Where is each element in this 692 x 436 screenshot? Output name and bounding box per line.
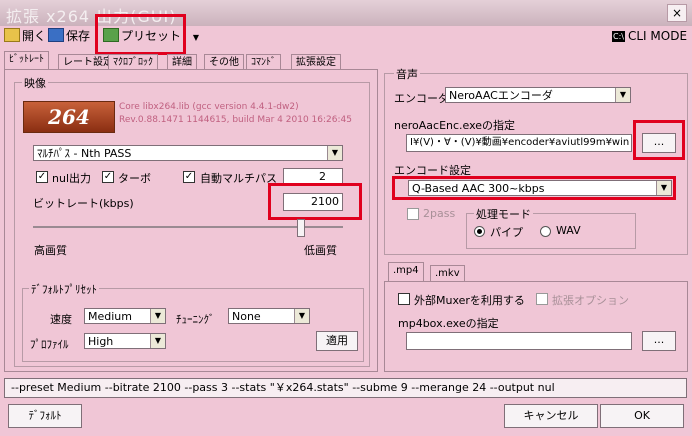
chevron-down-icon: ▼	[150, 309, 165, 323]
tab-mp4[interactable]: .mp4	[388, 262, 424, 281]
encode-mode-select[interactable]: ﾏﾙﾁﾊﾟｽ - Nth PASS ▼	[33, 145, 343, 161]
speed-label: 速度	[50, 313, 72, 326]
cli-mode-button[interactable]: C:\ CLI MODE	[612, 28, 687, 44]
apply-button[interactable]: 適用	[316, 331, 358, 351]
exe-path-input[interactable]: I¥(V)・∀・(V)¥動画¥encoder¥aviutl99m¥win	[406, 134, 632, 152]
chevron-down-icon: ▼	[615, 88, 630, 102]
wav-radio[interactable]	[540, 226, 551, 237]
close-button[interactable]: ×	[667, 4, 687, 22]
cli-icon: C:\	[612, 31, 625, 42]
core-info-line1: Core libx264.lib (gcc version 4.4.1-dw2)	[119, 102, 299, 112]
open-label: 開く	[22, 29, 47, 43]
tab-bitrate[interactable]: ﾋﾞｯﾄﾚｰﾄ	[4, 51, 49, 71]
highlight-browse	[633, 120, 685, 160]
process-mode-label: 処理モード	[474, 206, 533, 222]
ok-button[interactable]: OK	[600, 404, 684, 428]
cli-mode-label: CLI MODE	[627, 29, 688, 43]
highlight-preset	[95, 14, 186, 55]
folder-icon	[4, 28, 20, 42]
quality-low-label: 低画質	[304, 244, 337, 257]
auto-multipass-checkbox[interactable]: ✓	[183, 171, 195, 183]
video-group-label: 映像	[22, 75, 48, 91]
turbo-checkbox[interactable]: ✓	[102, 171, 114, 183]
mp4box-browse-button[interactable]: ...	[642, 331, 676, 351]
chevron-down-icon: ▼	[294, 309, 309, 323]
tab-details[interactable]: 詳細	[167, 54, 197, 70]
quality-slider-thumb[interactable]	[296, 219, 305, 237]
turbo-label: ターボ	[118, 172, 151, 185]
tab-macroblock[interactable]: ﾏｸﾛﾌﾞﾛｯｸ	[108, 54, 158, 70]
default-preset-label: ﾃﾞﾌｫﾙﾄﾌﾟﾘｾｯﾄ	[29, 281, 99, 297]
extended-option-checkbox[interactable]	[536, 293, 548, 305]
save-button[interactable]: 保存	[48, 28, 90, 44]
cancel-button[interactable]: キャンセル	[504, 404, 598, 428]
tab-mkv[interactable]: .mkv	[430, 265, 465, 281]
floppy-icon	[48, 28, 64, 42]
external-muxer-checkbox[interactable]	[398, 293, 410, 305]
external-muxer-label: 外部Muxerを利用する	[414, 294, 525, 307]
profile-label: ﾌﾟﾛﾌｧｲﾙ	[30, 338, 69, 351]
bitrate-label: ビットレート(kbps)	[33, 197, 134, 210]
main-window: 拡張 x264 出力(GUI) × 開く 保存 プリセット ▼ C:\ CLI M…	[0, 0, 692, 436]
tuning-select[interactable]: None ▼	[228, 308, 310, 324]
open-button[interactable]: 開く	[4, 28, 46, 44]
twopass-checkbox[interactable]	[407, 208, 419, 220]
profile-value: High	[88, 335, 114, 348]
audio-group-label: 音声	[394, 66, 420, 82]
tab-extended[interactable]: 拡張設定	[291, 54, 341, 70]
nul-output-checkbox[interactable]: ✓	[36, 171, 48, 183]
pipe-radio[interactable]	[474, 226, 485, 237]
tab-other[interactable]: その他	[204, 54, 244, 70]
quality-high-label: 高画質	[34, 244, 67, 257]
highlight-bitrate	[268, 183, 362, 220]
speed-select[interactable]: Medium ▼	[84, 308, 166, 324]
highlight-encode-settings	[392, 176, 676, 200]
nul-output-label: nul出力	[52, 172, 91, 185]
default-button[interactable]: ﾃﾞﾌｫﾙﾄ	[8, 404, 82, 428]
tuning-value: None	[232, 310, 261, 323]
audio-encoder-value: NeroAACエンコーダ	[449, 89, 553, 102]
exe-path-label: neroAacEnc.exeの指定	[394, 119, 516, 132]
chevron-down-icon: ▼	[150, 334, 165, 348]
encode-mode-value: ﾏﾙﾁﾊﾟｽ - Nth PASS	[37, 147, 132, 160]
tuning-label: ﾁｭｰﾆﾝｸﾞ	[176, 313, 215, 326]
chevron-down-icon: ▼	[327, 146, 342, 160]
speed-value: Medium	[88, 310, 132, 323]
encoder-label: エンコーダ	[394, 92, 449, 105]
command-line-field[interactable]: --preset Medium --bitrate 2100 --pass 3 …	[4, 378, 687, 398]
twopass-label: 2pass	[423, 207, 456, 220]
tab-command[interactable]: ｺﾏﾝﾄﾞ	[246, 54, 281, 70]
core-info-line2: Rev.0.88.1471 1144615, build Mar 4 2010 …	[119, 115, 352, 125]
mp4box-path-input[interactable]	[406, 332, 632, 350]
mp4box-label: mp4box.exeの指定	[398, 317, 499, 330]
dropdown-arrow-icon: ▼	[192, 33, 199, 42]
save-label: 保存	[66, 29, 91, 43]
pipe-label: パイプ	[490, 226, 523, 239]
profile-select[interactable]: High ▼	[84, 333, 166, 349]
audio-encoder-select[interactable]: NeroAACエンコーダ ▼	[445, 87, 631, 103]
wav-label: WAV	[556, 224, 581, 237]
extended-option-label: 拡張オプション	[552, 294, 629, 307]
x264-logo: 264	[23, 101, 115, 133]
auto-multipass-label: 自動マルチパス	[200, 172, 277, 185]
